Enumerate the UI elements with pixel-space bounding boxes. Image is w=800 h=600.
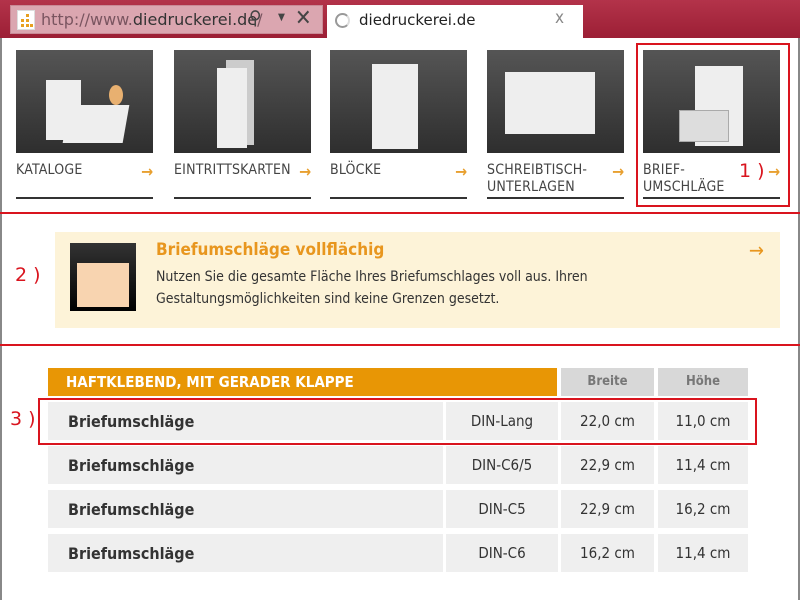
column-header-breite: Breite: [561, 368, 654, 396]
promo-banner[interactable]: Briefumschläge vollflächig Nutzen Sie di…: [55, 232, 780, 328]
highlight-box-3: [38, 398, 757, 445]
search-icon[interactable]: ⚲: [249, 7, 262, 29]
divider-line: [0, 212, 800, 214]
highlight-box-1: [636, 43, 790, 207]
cell-breite: 16,2 cm: [561, 534, 654, 572]
table-title: HAFTKLEBEND, MIT GERADER KLAPPE: [48, 368, 557, 396]
divider-line: [0, 344, 800, 346]
catalog-icon: [16, 50, 153, 153]
close-icon[interactable]: ✕: [295, 6, 312, 31]
cell-format: DIN-C6: [446, 534, 558, 572]
category-bloecke[interactable]: BLÖCKE →: [330, 50, 467, 199]
address-bar[interactable]: http://www.diedruckerei.de/ ⚲ ▼ ✕: [10, 5, 323, 34]
desk-pad-icon: [487, 50, 624, 153]
cell-name: Briefumschläge: [48, 490, 443, 528]
column-header-hoehe: Höhe: [658, 368, 748, 396]
url-text[interactable]: http://www.diedruckerei.de/: [41, 10, 263, 29]
ticket-icon: [174, 50, 311, 153]
category-kataloge[interactable]: KATALOGE →: [16, 50, 153, 199]
annotation-3: 3 ): [10, 408, 36, 430]
category-schreibtischunterlagen[interactable]: SCHREIBTISCH- UNTERLAGEN →: [487, 50, 624, 199]
browser-tab[interactable]: diedruckerei.de x: [327, 5, 583, 38]
browser-toolbar: http://www.diedruckerei.de/ ⚲ ▼ ✕ diedru…: [0, 0, 800, 38]
cell-format: DIN-C6/5: [446, 446, 558, 484]
annotation-1: 1 ): [739, 160, 765, 182]
cell-name: Briefumschläge: [48, 446, 443, 484]
cell-hoehe: 16,2 cm: [658, 490, 748, 528]
cell-hoehe: 11,4 cm: [658, 446, 748, 484]
annotation-2: 2 ): [15, 264, 41, 286]
site-favicon-icon: [17, 10, 35, 30]
tab-close-button[interactable]: x: [555, 8, 564, 28]
banner-text: Nutzen Sie die gesamte Fläche Ihres Brie…: [156, 269, 588, 307]
banner-title[interactable]: Briefumschläge vollflächig: [156, 240, 384, 260]
notepad-icon: [330, 50, 467, 153]
category-eintrittskarten[interactable]: EINTRITTSKARTEN →: [174, 50, 311, 199]
cell-format: DIN-C5: [446, 490, 558, 528]
cell-hoehe: 11,4 cm: [658, 534, 748, 572]
envelope-product-image: [70, 243, 136, 311]
cell-name: Briefumschläge: [48, 534, 443, 572]
loading-icon: [335, 13, 350, 28]
cell-breite: 22,9 cm: [561, 490, 654, 528]
chevron-down-icon[interactable]: ▼: [278, 12, 285, 23]
cell-breite: 22,9 cm: [561, 446, 654, 484]
arrow-right-icon[interactable]: →: [749, 238, 764, 262]
tab-title: diedruckerei.de: [359, 11, 476, 29]
